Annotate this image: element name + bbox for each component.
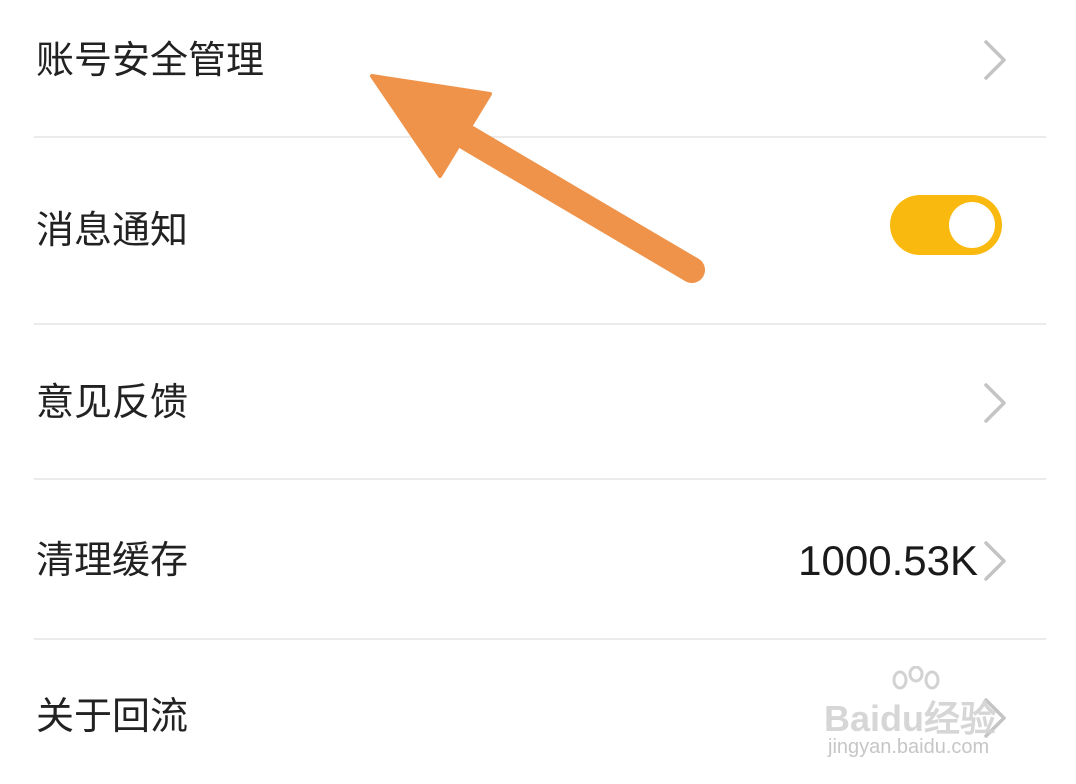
chevron-right-icon xyxy=(980,539,1010,583)
toggle-knob xyxy=(949,202,995,248)
chevron-right-icon xyxy=(980,381,1010,425)
cache-size-value: 1000.53K xyxy=(798,537,978,584)
chevron-right-icon xyxy=(980,38,1010,82)
settings-item-clear-cache[interactable]: 清理缓存 1000.53K xyxy=(0,480,1076,638)
settings-item-account-security[interactable]: 账号安全管理 xyxy=(0,0,1076,136)
settings-item-label: 意见反馈 xyxy=(36,380,189,424)
chevron-right-icon xyxy=(980,696,1010,740)
settings-item-label: 清理缓存 xyxy=(36,538,189,582)
settings-item-label: 消息通知 xyxy=(36,208,189,252)
settings-item-label: 关于回流 xyxy=(36,694,189,738)
settings-item-feedback[interactable]: 意见反馈 xyxy=(0,325,1076,478)
settings-item-about[interactable]: 关于回流 xyxy=(0,640,1076,784)
notifications-toggle[interactable] xyxy=(890,195,1002,255)
settings-screen: 账号安全管理 消息通知 意见反馈 清理缓存 1000.53K 关于回流 Baid… xyxy=(0,0,1076,784)
settings-item-label: 账号安全管理 xyxy=(36,38,265,82)
